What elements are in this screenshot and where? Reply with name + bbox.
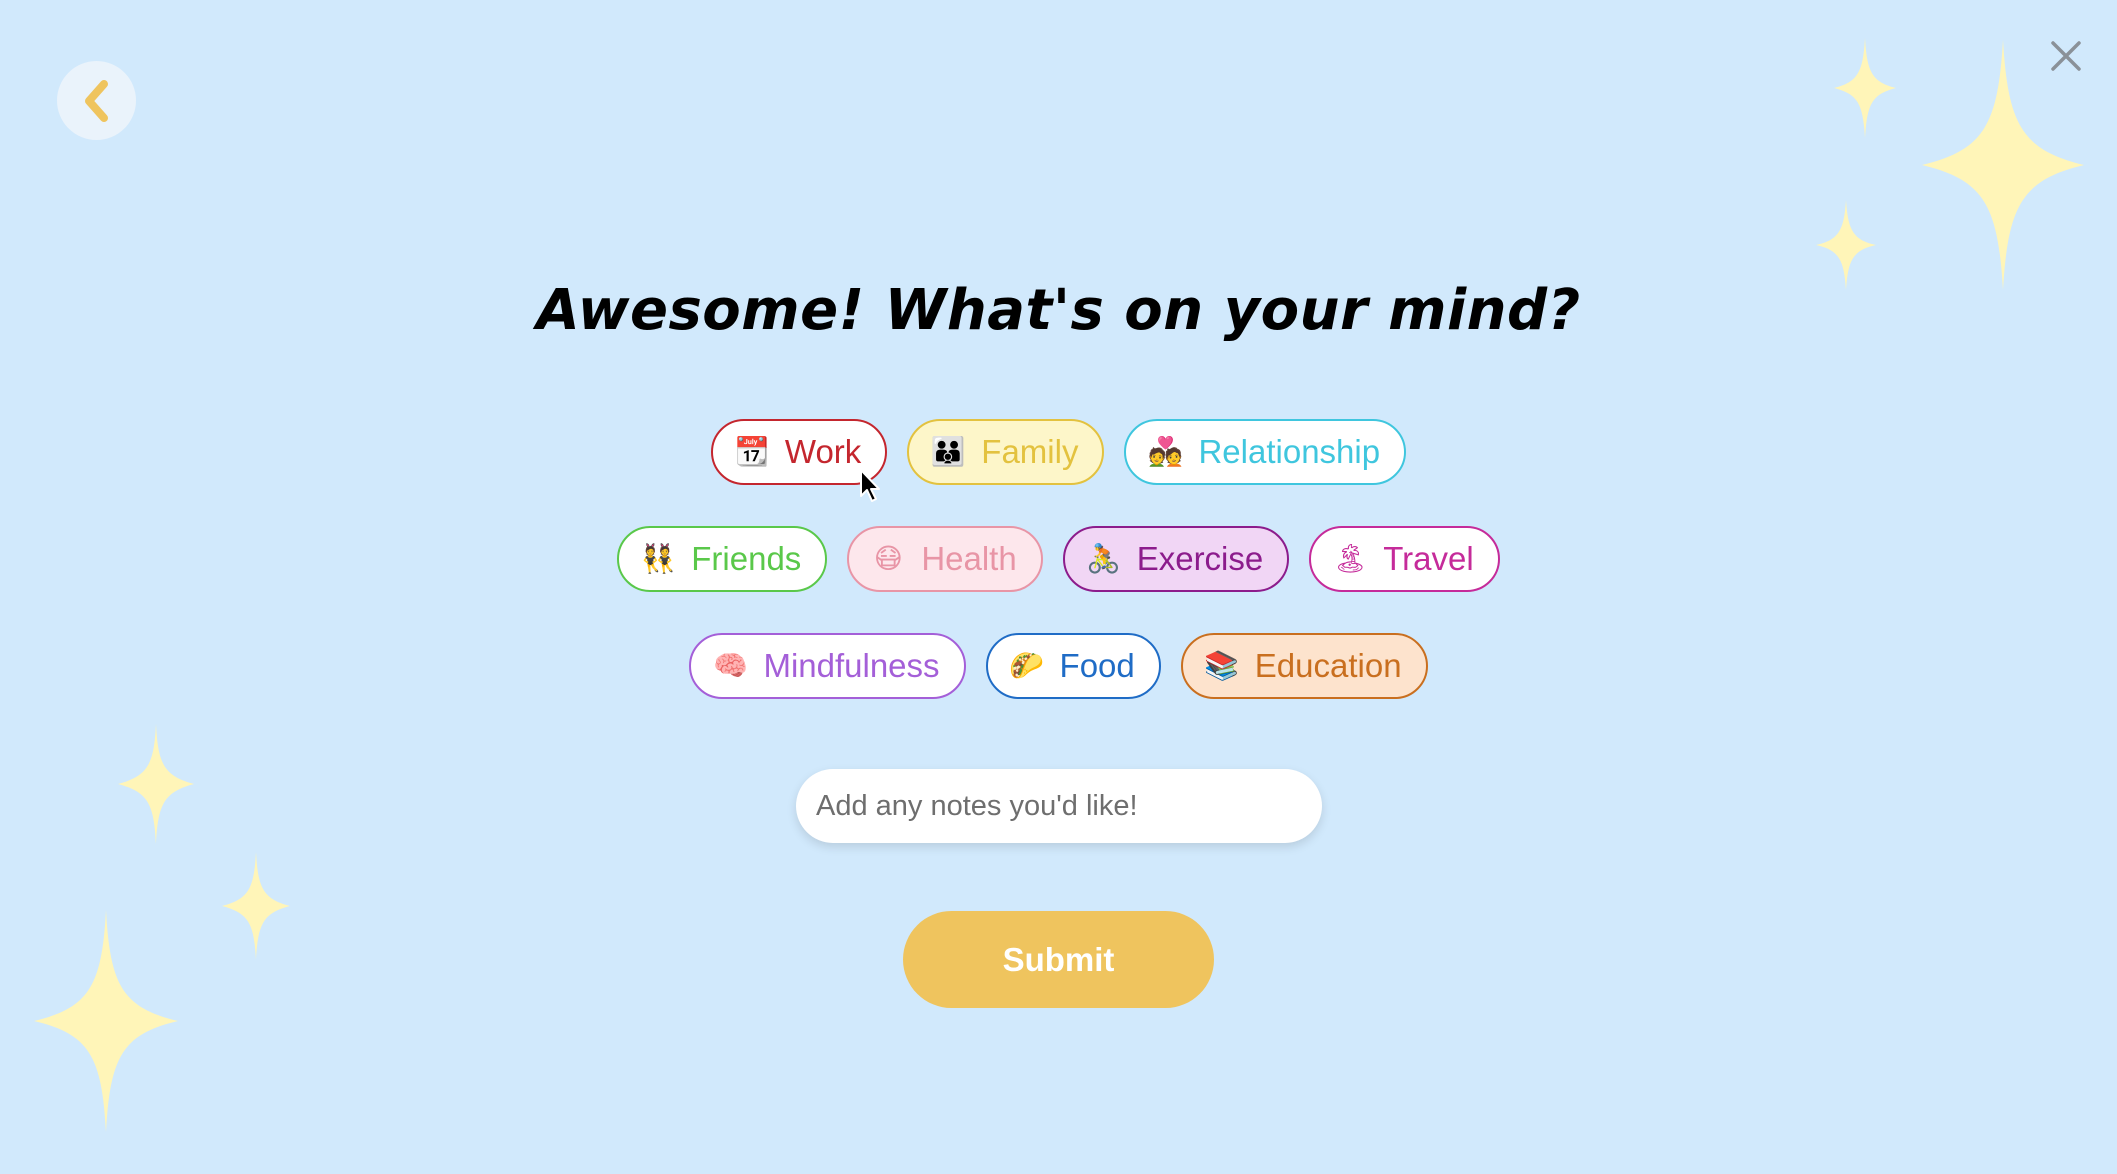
page-title: Awesome! What's on your mind? [536, 278, 1581, 343]
chevron-left-icon [84, 79, 108, 122]
family-icon: 👪 [930, 436, 966, 467]
sparkle-icon [1816, 200, 1876, 290]
calendar-icon: 📆 [734, 436, 770, 467]
submit-button[interactable]: Submit [903, 911, 1214, 1008]
mask-face-icon: 😷 [873, 543, 903, 574]
category-chip-mindfulness[interactable]: 🧠 Mindfulness [689, 633, 966, 699]
island-icon: 🏝 [1332, 543, 1369, 574]
category-chip-education[interactable]: 📚 Education [1180, 633, 1428, 699]
chip-label: Friends [691, 540, 802, 577]
taco-icon: 🌮 [1009, 650, 1044, 681]
couple-icon: 💑 [1148, 436, 1183, 467]
category-chip-health[interactable]: 😷 Health [847, 526, 1043, 592]
chip-label: Exercise [1136, 540, 1264, 577]
chip-label: Travel [1383, 540, 1474, 577]
sparkle-icon [34, 910, 178, 1132]
category-row: 🧠 Mindfulness 🌮 Food 📚 Education [0, 633, 2117, 699]
chip-label: Work [784, 433, 862, 470]
sparkle-icon [222, 852, 290, 960]
sparkle-icon [1922, 40, 2084, 290]
cyclist-icon: 🚴 [1086, 543, 1122, 574]
chip-label: Relationship [1198, 433, 1381, 470]
category-chip-friends[interactable]: 👯 Friends [617, 526, 828, 592]
notes-input[interactable] [796, 769, 1322, 843]
books-icon: 📚 [1204, 650, 1240, 681]
chip-label: Food [1059, 647, 1135, 684]
category-chip-food[interactable]: 🌮 Food [985, 633, 1161, 699]
sparkle-icon [1834, 38, 1896, 138]
category-chip-exercise[interactable]: 🚴 Exercise [1062, 526, 1290, 592]
chip-label: Health [921, 540, 1017, 577]
category-chip-family[interactable]: 👪 Family [907, 419, 1105, 485]
sparkle-icon [118, 724, 194, 844]
back-button[interactable] [57, 61, 136, 140]
brain-icon: 🧠 [713, 650, 748, 681]
category-row: 📆 Work 👪 Family 💑 Relationship [0, 419, 2117, 485]
category-chip-relationship[interactable]: 💑 Relationship [1124, 419, 1407, 485]
category-row: 👯 Friends 😷 Health 🚴 Exercise 🏝 Travel [0, 526, 2117, 592]
chip-label: Education [1254, 647, 1402, 684]
mouse-cursor-icon [860, 469, 880, 502]
chip-label: Family [981, 433, 1079, 470]
friends-icon: 👯 [640, 543, 676, 574]
close-icon[interactable] [2048, 38, 2084, 74]
chip-label: Mindfulness [763, 647, 940, 684]
category-chip-travel[interactable]: 🏝 Travel [1309, 526, 1500, 592]
